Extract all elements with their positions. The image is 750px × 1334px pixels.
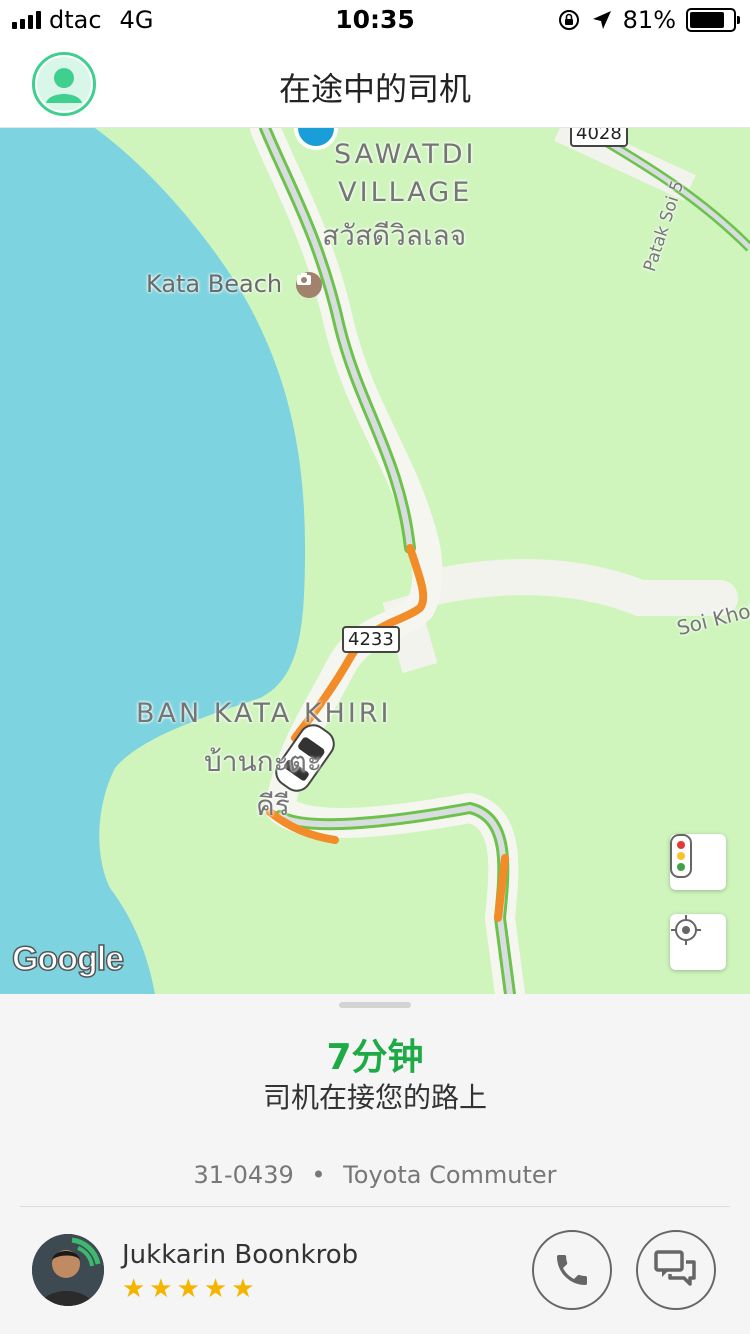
map-label-sawatdi-thai: สวัสดีวิลเลจ — [322, 219, 467, 252]
map-label-ban-kata-thai-1: บ้านกะตะ — [204, 745, 322, 778]
chat-icon — [654, 1250, 696, 1286]
google-logo: Google — [11, 939, 125, 979]
license-plate: 31-0439 — [193, 1161, 294, 1189]
locate-me-button[interactable] — [670, 914, 726, 970]
phone-icon — [557, 1255, 587, 1285]
eta-text: 7分钟 — [326, 1037, 424, 1078]
nav-header: 在途中的司机 — [0, 40, 750, 128]
map-label-sawatdi: SAWATDI VILLAGE — [334, 136, 476, 212]
map-label-sawatdi-line2: VILLAGE — [338, 177, 473, 208]
sea-area — [0, 128, 305, 994]
status-bar: dtac 4G 10:35 81% — [0, 0, 750, 40]
traffic-toggle-button[interactable] — [670, 834, 726, 890]
minor-road — [412, 559, 738, 616]
driver-avatar — [32, 1234, 104, 1306]
sheet-handle[interactable] — [339, 1002, 411, 1008]
divider — [20, 1206, 730, 1207]
map-label-kata-beach: Kata Beach — [146, 270, 283, 298]
battery-percent: 81% — [622, 6, 676, 34]
road-shield-4233: 4233 — [342, 626, 400, 653]
driver-name: Jukkarin Boonkrob — [122, 1240, 359, 1270]
map-view[interactable]: SAWATDI VILLAGE สวัสดีวิลเลจ Kata Beach … — [0, 128, 750, 994]
location-arrow-icon — [592, 11, 611, 29]
chat-driver-button[interactable] — [636, 1230, 716, 1310]
vehicle-separator: • — [311, 1161, 326, 1189]
vehicle-model: Toyota Commuter — [343, 1161, 557, 1189]
rating-stars: ★★★★★ — [122, 1274, 259, 1304]
map-label-sawatdi-line1: SAWATDI — [334, 139, 477, 170]
road-shield-4028: 4028 — [570, 128, 628, 147]
call-driver-button[interactable] — [532, 1230, 612, 1310]
traffic-light-icon — [670, 834, 692, 878]
crosshair-icon — [671, 915, 701, 945]
driver-rating: ★★★★★ — [122, 1274, 259, 1304]
map-label-ban-kata: BAN KATA KHIRI — [136, 698, 392, 729]
map-label-ban-kata-thai-2: คีรี — [256, 789, 290, 822]
orientation-lock-icon — [558, 10, 579, 30]
pickup-marker — [294, 128, 338, 150]
status-right: 81% — [557, 6, 740, 34]
battery-fill — [690, 12, 725, 28]
page-title: 在途中的司机 — [278, 70, 471, 108]
trip-status-text: 司机在接您的路上 — [262, 1081, 487, 1114]
battery-icon — [686, 8, 740, 32]
trip-sheet: 7分钟 司机在接您的路上 31-0439 • Toyota Commuter J… — [0, 994, 750, 1334]
vehicle-info: 31-0439 • Toyota Commuter — [0, 1161, 750, 1189]
camera-icon — [296, 272, 322, 298]
